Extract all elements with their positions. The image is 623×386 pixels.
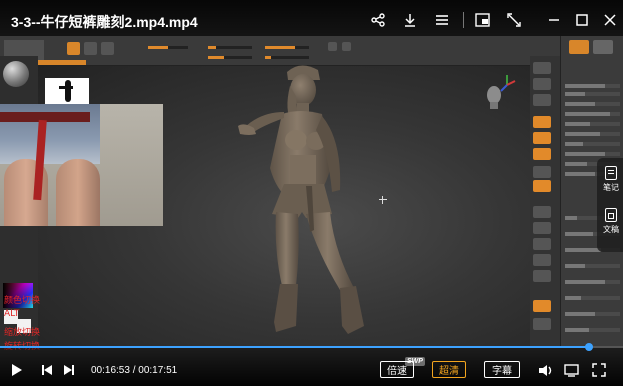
quality-button[interactable]: 超清 xyxy=(432,361,466,378)
minimize-icon[interactable] xyxy=(546,12,562,28)
video-title: 3-3--牛仔短裤雕刻2.mp4.mp4 xyxy=(11,14,198,30)
close-icon[interactable] xyxy=(602,12,618,28)
shelf-icon xyxy=(533,62,551,74)
shelf-icon xyxy=(533,206,551,218)
download-icon[interactable] xyxy=(402,12,418,28)
next-button[interactable] xyxy=(62,362,76,378)
shelf-icon xyxy=(533,166,551,178)
divider xyxy=(463,12,464,28)
shelf-icon xyxy=(533,238,551,250)
screen-icon xyxy=(563,363,579,377)
time-separator: / xyxy=(132,365,136,376)
document-icon xyxy=(605,208,617,222)
menu-icon[interactable] xyxy=(434,12,450,28)
share-icon[interactable] xyxy=(370,12,386,28)
skip-forward-icon xyxy=(64,365,74,375)
doc-label: 文稿 xyxy=(603,225,619,234)
volume-button[interactable] xyxy=(537,362,553,378)
shelf-icon xyxy=(533,180,551,192)
shelf-icon xyxy=(533,318,551,330)
shelf-icon xyxy=(533,270,551,282)
shelf-icon xyxy=(533,300,551,312)
overlay-note: 颜色切换 xyxy=(4,296,41,306)
skip-back-icon xyxy=(42,365,52,375)
overlay-note: ALT xyxy=(4,309,20,319)
video-frame[interactable]: 颜色切换 ALT 缩放切换 旋转切换 xyxy=(0,0,623,386)
overlay-note: 缩放切换 xyxy=(4,328,41,338)
notes-label: 笔记 xyxy=(603,183,619,192)
current-time: 00:16:53 xyxy=(91,365,130,376)
time-display: 00:16:53 / 00:17:51 xyxy=(91,365,177,376)
picture-in-picture-icon[interactable] xyxy=(474,12,490,28)
shelf-icon xyxy=(533,148,551,160)
fullscreen-window-icon[interactable] xyxy=(506,12,522,28)
shelf-icon xyxy=(533,116,551,128)
shelf-icon xyxy=(533,254,551,266)
shelf-icon xyxy=(533,222,551,234)
zbrush-right-shelf xyxy=(530,56,560,346)
brush-cursor-icon xyxy=(379,196,387,204)
shelf-icon xyxy=(533,132,551,144)
head-gizmo-icon xyxy=(487,86,501,109)
notes-button[interactable]: 笔记 xyxy=(600,166,622,193)
fullscreen-button[interactable] xyxy=(591,362,607,378)
maximize-icon[interactable] xyxy=(574,12,590,28)
progress-bar[interactable] xyxy=(0,343,623,351)
volume-icon xyxy=(538,364,551,376)
speed-button[interactable]: 倍速 xyxy=(380,361,414,378)
progress-fill xyxy=(0,346,590,348)
play-button[interactable] xyxy=(10,362,24,378)
doc-button[interactable]: 文稿 xyxy=(600,208,622,235)
notes-icon xyxy=(605,166,617,180)
total-time: 00:17:51 xyxy=(138,365,178,376)
side-dock: 笔记 文稿 xyxy=(597,158,623,252)
play-icon xyxy=(12,364,22,376)
previous-button[interactable] xyxy=(40,362,54,378)
shelf-icon xyxy=(533,78,551,90)
player-title-bar: 3-3--牛仔短裤雕刻2.mp4.mp4 xyxy=(0,0,623,36)
fullscreen-icon xyxy=(592,363,606,377)
shelf-icon xyxy=(533,94,551,106)
subtitle-button[interactable]: 字幕 xyxy=(484,361,520,378)
settings-button[interactable] xyxy=(563,362,579,378)
